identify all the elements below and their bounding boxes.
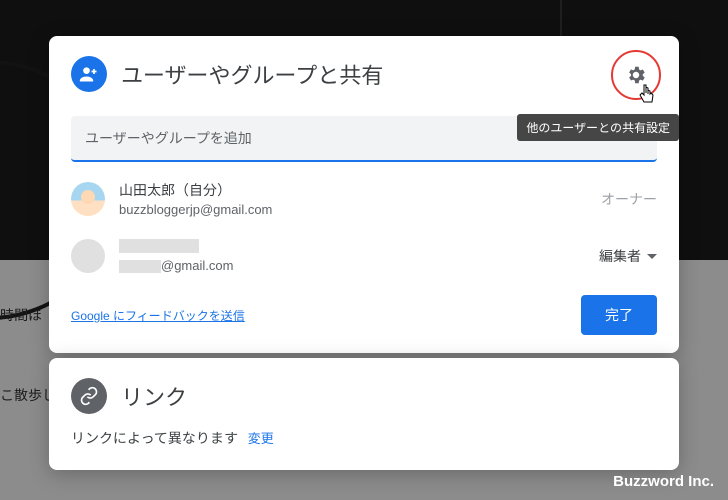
gear-icon	[625, 64, 647, 86]
share-title: ユーザーやグループと共有	[121, 58, 383, 90]
link-title: リンク	[121, 380, 187, 412]
role-dropdown[interactable]: 編集者	[599, 246, 657, 266]
link-subtitle: リンクによって異なります	[71, 430, 238, 446]
link-dialog: リンク リンクによって異なります 変更	[49, 358, 679, 470]
settings-button[interactable]	[611, 50, 661, 100]
avatar	[71, 182, 105, 216]
person-row-owner: 山田太郎（自分） buzzbloggerjp@gmail.com オーナー	[71, 176, 657, 221]
brand-watermark: Buzzword Inc.	[613, 473, 714, 490]
link-icon	[71, 378, 107, 414]
person-row-editor: @gmail.com 編集者	[71, 235, 657, 277]
done-button[interactable]: 完了	[581, 295, 657, 335]
role-owner: オーナー	[601, 189, 657, 209]
avatar	[71, 239, 105, 273]
person-name: 山田太郎（自分）	[119, 180, 601, 200]
chevron-down-icon	[647, 254, 657, 259]
person-add-icon	[71, 56, 107, 92]
feedback-link[interactable]: Google にフィードバックを送信	[71, 307, 245, 324]
person-name-redacted	[119, 239, 599, 256]
person-email: @gmail.com	[119, 258, 599, 273]
settings-tooltip: 他のユーザーとの共有設定	[517, 114, 679, 141]
change-link[interactable]: 変更	[248, 431, 274, 446]
person-email: buzzbloggerjp@gmail.com	[119, 202, 601, 217]
share-dialog: ユーザーやグループと共有 他のユーザーとの共有設定 ユーザーやグループを追加 山…	[49, 36, 679, 353]
